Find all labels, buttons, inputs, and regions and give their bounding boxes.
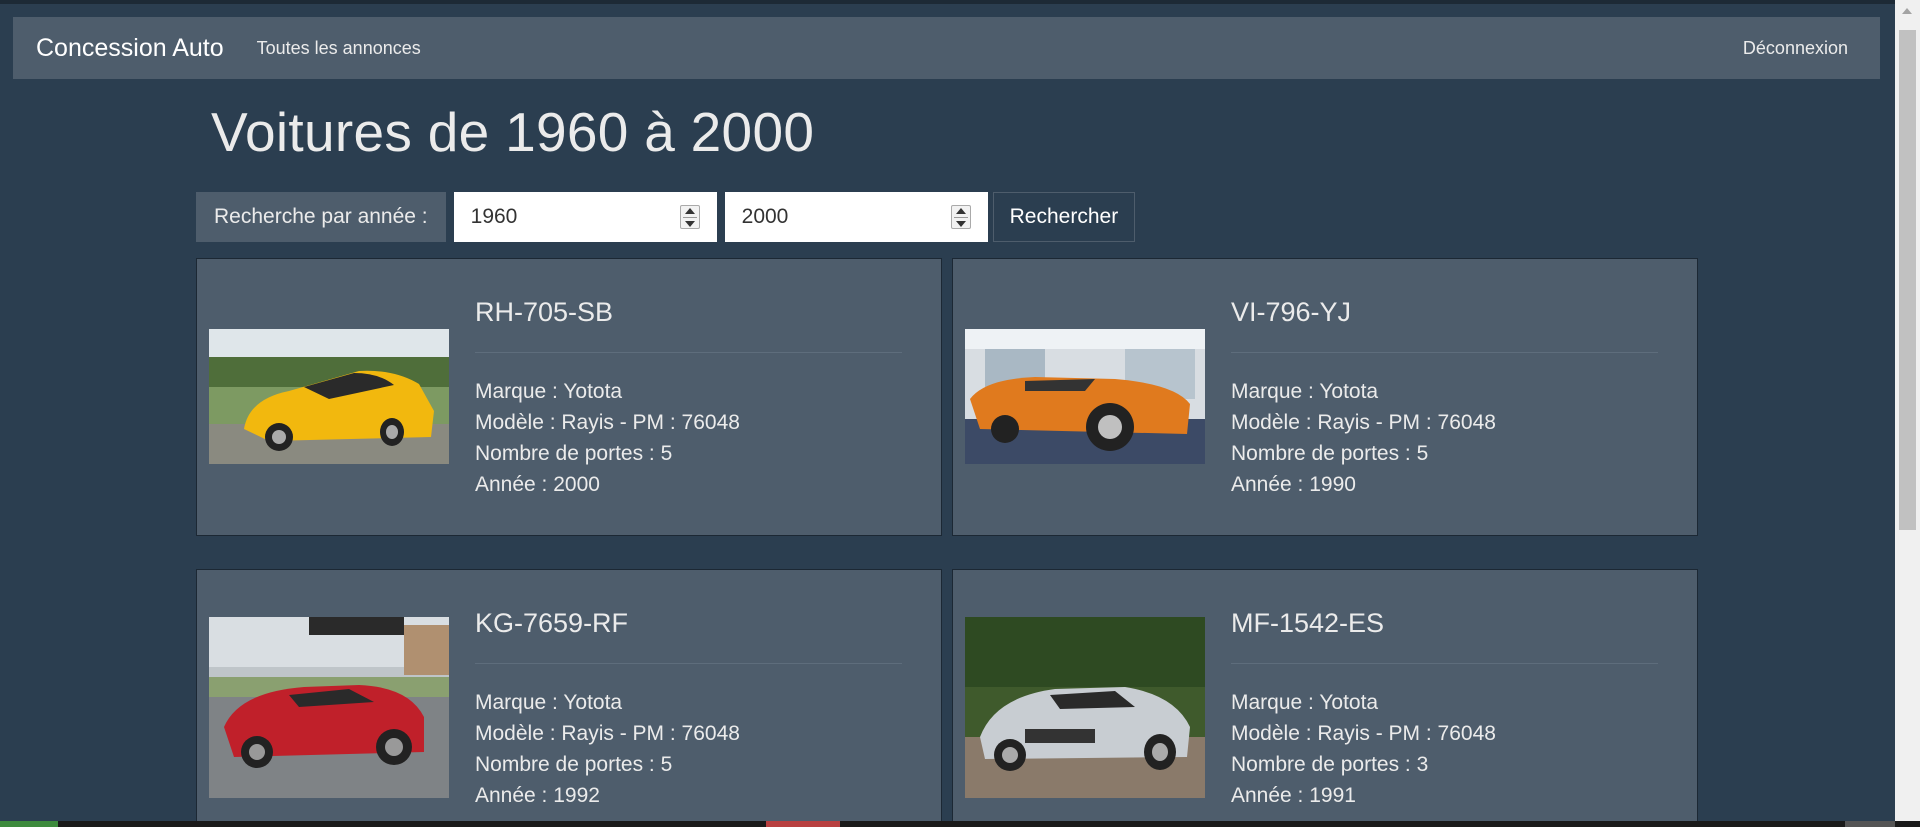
taskbar-segment [1845, 821, 1895, 827]
year-from-value: 1960 [470, 205, 518, 228]
car-model: Modèle : Rayis - PM : 76048 [475, 722, 740, 745]
car-brand: Marque : Yotota [1231, 380, 1379, 403]
navbar: Concession Auto Toutes les annonces Déco… [13, 17, 1880, 79]
car-plate: KG-7659-RF [475, 608, 629, 638]
window-top-strip [0, 0, 1895, 4]
year-from-input[interactable]: 1960 [453, 192, 717, 242]
card-divider [1231, 663, 1658, 664]
car-model: Modèle : Rayis - PM : 76048 [475, 411, 740, 434]
car-details: Marque : Yotota Modèle : Rayis - PM : 76… [475, 376, 740, 500]
car-doors: Nombre de portes : 5 [1231, 442, 1429, 465]
nav-link-all-listings[interactable]: Toutes les annonces [257, 38, 421, 59]
car-card[interactable]: MF-1542-ES Marque : Yotota Modèle : Rayi… [952, 569, 1698, 827]
year-to-input[interactable]: 2000 [724, 192, 988, 242]
year-to-value: 2000 [741, 205, 789, 228]
car-details: Marque : Yotota Modèle : Rayis - PM : 76… [1231, 376, 1496, 500]
scroll-up-arrow-icon[interactable] [1902, 8, 1912, 14]
car-brand: Marque : Yotota [1231, 691, 1379, 714]
card-divider [1231, 352, 1658, 353]
search-button[interactable]: Rechercher [992, 192, 1136, 242]
logout-link[interactable]: Déconnexion [1743, 38, 1848, 59]
car-year: Année : 2000 [475, 473, 600, 496]
brand-link[interactable]: Concession Auto [36, 34, 224, 63]
car-image [965, 617, 1205, 798]
taskbar-segment [0, 821, 58, 827]
car-brand: Marque : Yotota [475, 691, 623, 714]
card-divider [475, 352, 902, 353]
car-card[interactable]: RH-705-SB Marque : Yotota Modèle : Rayis… [196, 258, 942, 536]
car-plate: RH-705-SB [475, 297, 614, 327]
car-plate: VI-796-YJ [1231, 297, 1352, 327]
car-doors: Nombre de portes : 5 [475, 442, 673, 465]
car-image [209, 329, 449, 464]
taskbar-segment [766, 821, 840, 827]
car-model: Modèle : Rayis - PM : 76048 [1231, 411, 1496, 434]
taskbar-strip [0, 821, 1920, 827]
car-doors: Nombre de portes : 5 [475, 753, 673, 776]
car-model: Modèle : Rayis - PM : 76048 [1231, 722, 1496, 745]
car-details: Marque : Yotota Modèle : Rayis - PM : 76… [475, 687, 740, 811]
car-card[interactable]: VI-796-YJ Marque : Yotota Modèle : Rayis… [952, 258, 1698, 536]
page-title: Voitures de 1960 à 2000 [211, 101, 815, 163]
car-doors: Nombre de portes : 3 [1231, 753, 1429, 776]
car-year: Année : 1990 [1231, 473, 1356, 496]
year-search-label: Recherche par année : [196, 192, 446, 242]
car-year: Année : 1992 [475, 784, 600, 807]
car-card[interactable]: KG-7659-RF Marque : Yotota Modèle : Rayi… [196, 569, 942, 827]
car-image [965, 329, 1205, 464]
car-plate: MF-1542-ES [1231, 608, 1385, 638]
car-brand: Marque : Yotota [475, 380, 623, 403]
vertical-scrollbar[interactable] [1895, 0, 1920, 827]
car-image [209, 617, 449, 798]
year-from-spinner-icon[interactable] [679, 205, 700, 229]
year-search-form: Recherche par année : 1960 2000 Recherch… [196, 192, 1136, 242]
car-year: Année : 1991 [1231, 784, 1356, 807]
scroll-thumb[interactable] [1899, 30, 1916, 530]
card-divider [475, 663, 902, 664]
car-details: Marque : Yotota Modèle : Rayis - PM : 76… [1231, 687, 1496, 811]
year-to-spinner-icon[interactable] [950, 205, 971, 229]
